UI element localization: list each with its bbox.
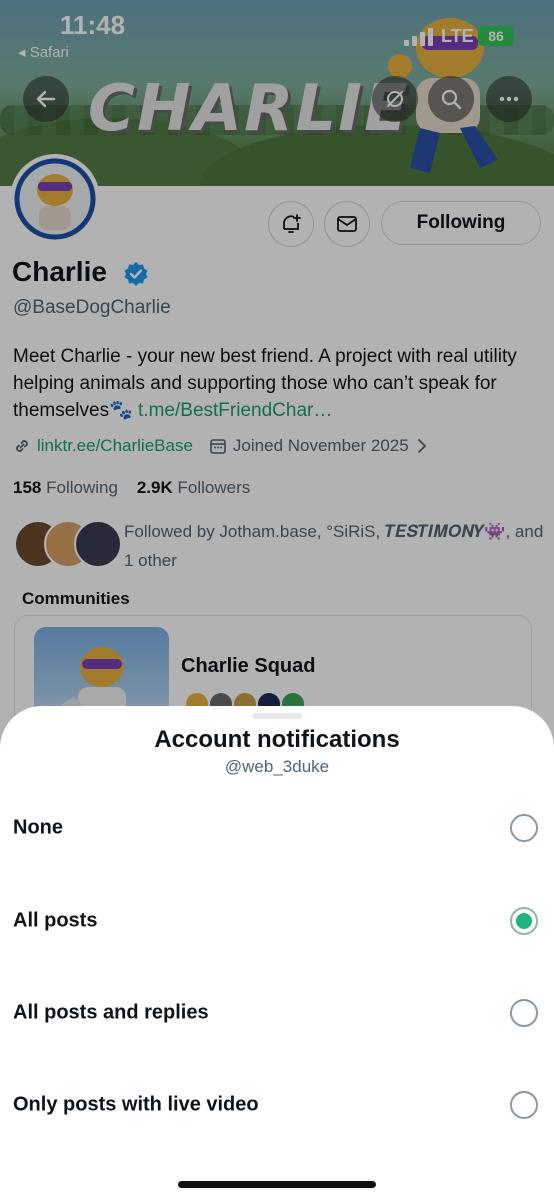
- option-label: Only posts with live video: [13, 1093, 259, 1116]
- option-none[interactable]: None: [0, 793, 554, 863]
- sheet-subtitle: @web_3duke: [224, 757, 330, 776]
- radio-button-selected[interactable]: [510, 907, 538, 935]
- option-all-posts-and-replies[interactable]: All posts and replies: [0, 978, 554, 1048]
- option-label: All posts and replies: [13, 1001, 209, 1024]
- radio-dot: [516, 913, 532, 929]
- radio-button[interactable]: [510, 999, 538, 1027]
- sheet-title: Account notifications: [154, 726, 400, 753]
- home-indicator[interactable]: [178, 1181, 376, 1188]
- option-label: None: [13, 816, 63, 839]
- option-live-video[interactable]: Only posts with live video: [0, 1070, 554, 1140]
- radio-button[interactable]: [510, 814, 538, 842]
- sheet-grabber[interactable]: [252, 713, 302, 719]
- option-label: All posts: [13, 909, 98, 932]
- option-all-posts[interactable]: All posts: [0, 886, 554, 956]
- radio-button[interactable]: [510, 1091, 538, 1119]
